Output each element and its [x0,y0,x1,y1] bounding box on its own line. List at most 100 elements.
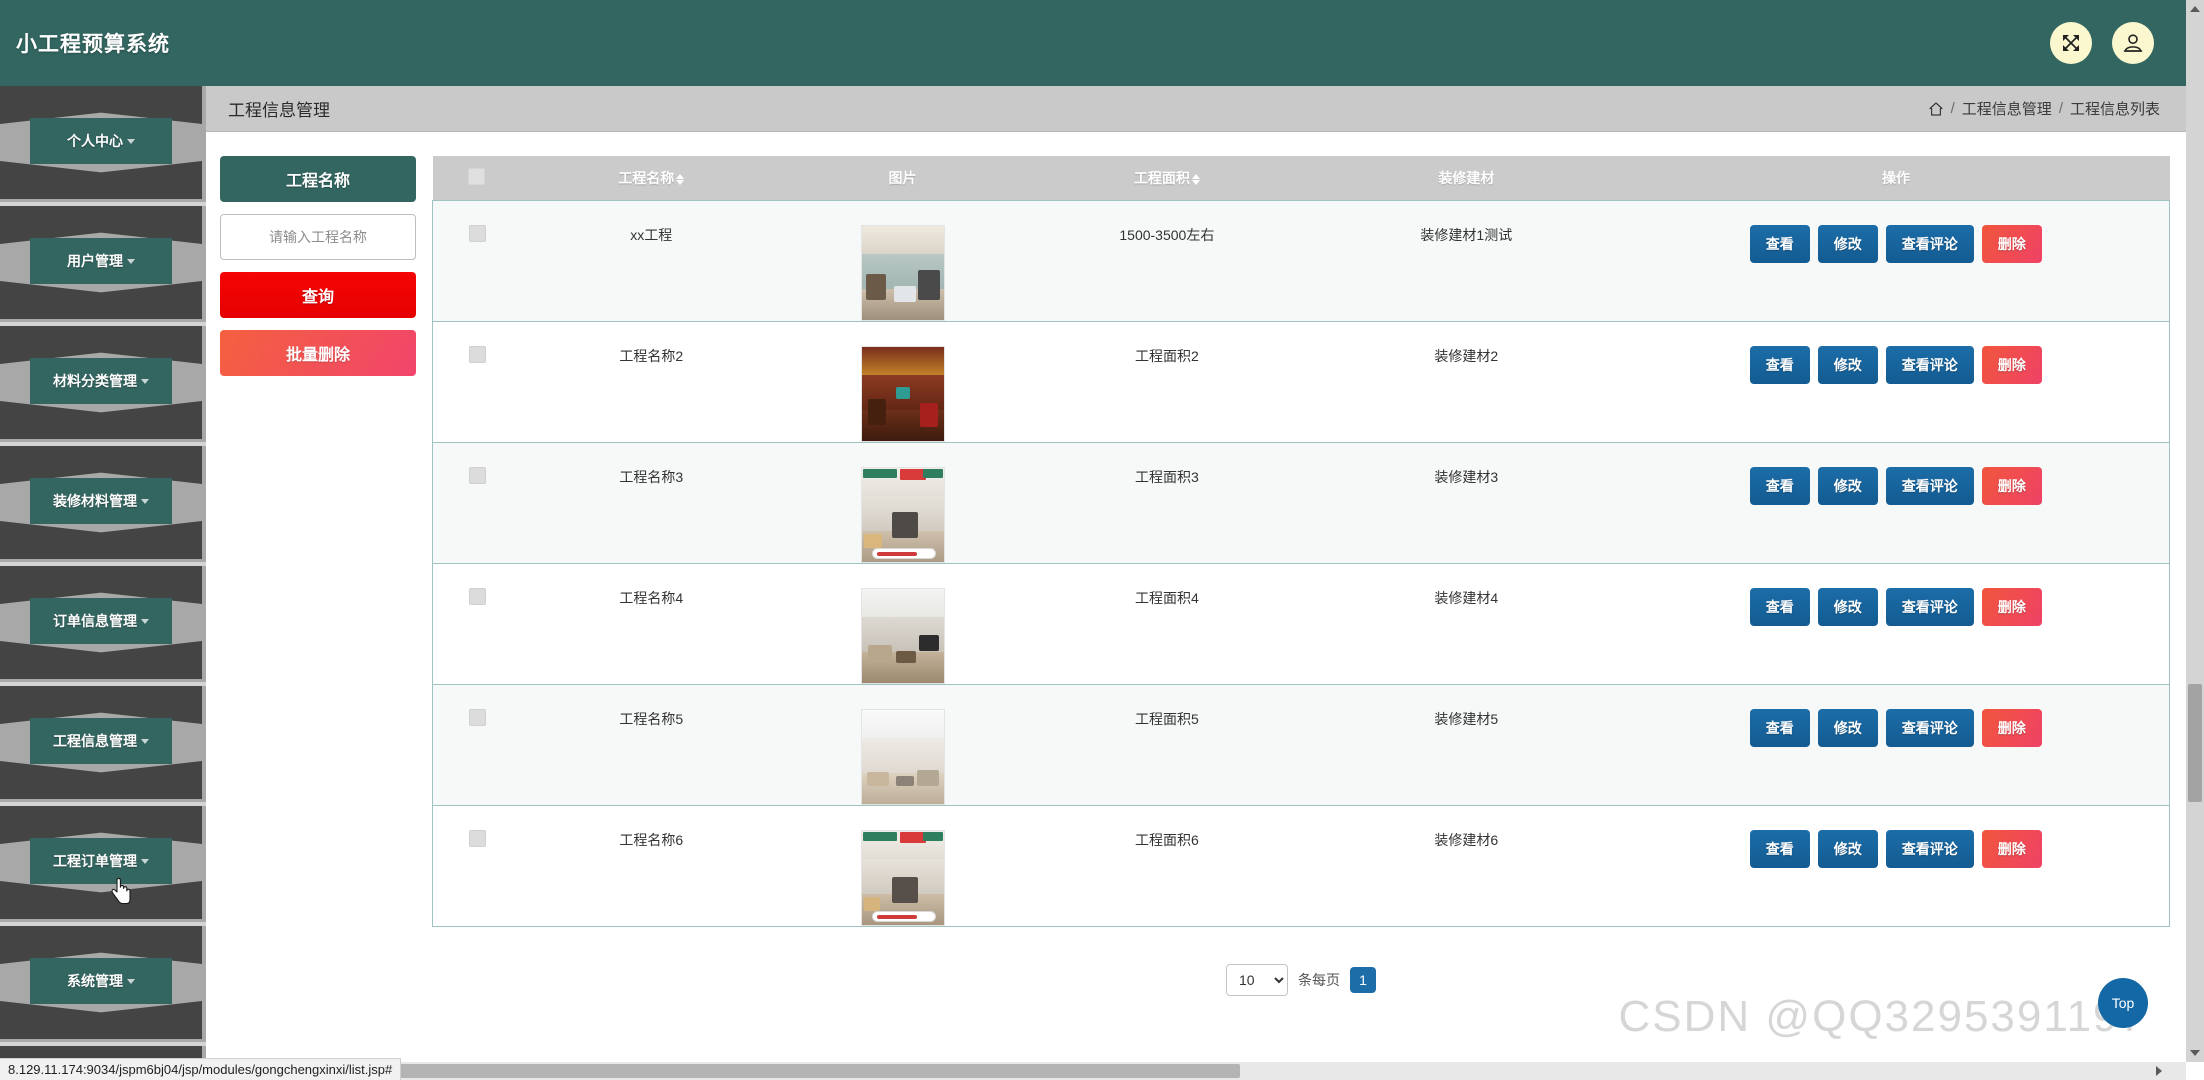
query-button[interactable]: 查询 [220,272,416,318]
cell-decoration-material: 装修建材2 [1434,347,1499,364]
sort-arrows-icon[interactable] [1191,173,1200,185]
image-overlay-badge-right [922,831,943,841]
cell-project-area: 工程面积3 [1134,468,1199,485]
column-header-label: 操作 [1882,169,1911,186]
search-input[interactable] [220,214,416,260]
breadcrumb-item-project-info-list[interactable]: 工程信息列表 [2070,98,2160,119]
edit-button[interactable]: 修改 [1817,587,1878,626]
select-all-checkbox[interactable] [468,167,486,185]
breadcrumb: / 工程信息管理 / 工程信息列表 [1928,98,2160,119]
batch-delete-button[interactable]: 批量删除 [220,330,416,376]
image-overlay-caption-bar [871,910,936,922]
view-button[interactable]: 查看 [1749,345,1810,384]
cell-project-image [781,684,1023,805]
sidebar-item-project-info-management[interactable]: 工程信息管理 [0,686,206,799]
view-comments-button[interactable]: 查看评论 [1885,829,1974,868]
row-checkbox[interactable] [468,829,486,847]
expand-arrows-icon[interactable] [2050,22,2092,64]
view-button[interactable]: 查看 [1749,466,1810,505]
sidebar-item-button[interactable]: 系统管理 [30,958,172,1004]
row-action-group: 查看 修改 查看评论 删除 [1623,466,2169,505]
column-header-project-name[interactable]: 工程名称 [521,156,782,200]
delete-button[interactable]: 删除 [1981,829,2042,868]
chevron-down-icon [141,618,149,624]
sidebar-item-button[interactable]: 材料分类管理 [30,358,172,404]
edit-button[interactable]: 修改 [1817,829,1878,868]
cell-project-image [781,805,1023,926]
sidebar-item-button[interactable]: 工程信息管理 [30,718,172,764]
sidebar-item-decoration-material-management[interactable]: 装修材料管理 [0,446,206,559]
scroll-up-button[interactable] [2186,0,2204,18]
delete-button[interactable]: 删除 [1981,466,2042,505]
vertical-scrollbar[interactable] [2186,0,2204,1062]
page-number-button[interactable]: 1 [1350,967,1376,993]
scroll-down-button[interactable] [2186,1044,2204,1062]
edit-button[interactable]: 修改 [1817,466,1878,505]
delete-button[interactable]: 删除 [1981,224,2042,263]
cell-project-area: 工程面积5 [1134,710,1199,727]
sort-arrows-icon[interactable] [676,173,685,185]
cell-project-image [781,442,1023,563]
project-thumbnail[interactable] [860,587,945,684]
column-header-select-all [432,156,522,200]
sidebar-item-personal-center[interactable]: 个人中心 [0,86,206,199]
row-checkbox[interactable] [468,466,486,484]
row-checkbox[interactable] [468,708,486,726]
sidebar-item-button[interactable]: 装修材料管理 [30,478,172,524]
view-button[interactable]: 查看 [1749,224,1810,263]
project-thumbnail[interactable] [860,466,945,563]
chevron-down-icon [127,978,135,984]
view-button[interactable]: 查看 [1749,587,1810,626]
user-avatar-icon[interactable] [2112,22,2154,64]
sidebar-item-material-category-management[interactable]: 材料分类管理 [0,326,206,439]
scroll-right-button[interactable] [2150,1062,2168,1080]
view-comments-button[interactable]: 查看评论 [1885,466,1974,505]
page-size-select[interactable]: 10 20 50 100 [1226,964,1288,996]
view-comments-button[interactable]: 查看评论 [1885,345,1974,384]
breadcrumb-item-project-info-management[interactable]: 工程信息管理 [1962,98,2052,119]
sidebar-item-button[interactable]: 用户管理 [30,238,172,284]
delete-button[interactable]: 删除 [1981,345,2042,384]
project-thumbnail[interactable] [860,345,945,442]
edit-button[interactable]: 修改 [1817,708,1878,747]
table-header: 工程名称 图片 工程面积 装修建材 操作 [432,156,2170,200]
ribbon-shape-bottom [0,161,202,199]
sidebar-item-project-order-management[interactable]: 工程订单管理 [0,806,206,919]
view-comments-button[interactable]: 查看评论 [1885,224,1974,263]
row-action-group: 查看 修改 查看评论 删除 [1623,587,2169,626]
image-overlay-badge-left [862,468,897,478]
sidebar-item-order-info-management[interactable]: 订单信息管理 [0,566,206,679]
column-header-label: 工程名称 [618,169,675,186]
home-icon[interactable] [1928,101,1944,117]
column-header-project-area[interactable]: 工程面积 [1023,156,1311,200]
sidebar-item-user-management[interactable]: 用户管理 [0,206,206,319]
browser-status-bar: 8.129.11.174:9034/jspm6bj04/jsp/modules/… [0,1058,402,1080]
delete-button[interactable]: 删除 [1981,708,2042,747]
view-button[interactable]: 查看 [1749,829,1810,868]
image-overlay-badge-left [862,831,897,841]
row-checkbox[interactable] [468,345,486,363]
delete-button[interactable]: 删除 [1981,587,2042,626]
cell-project-image [781,200,1023,321]
sidebar-item-system-management[interactable]: 系统管理 [0,926,206,1039]
header-actions [2050,22,2154,64]
row-checkbox[interactable] [468,587,486,605]
sidebar-item-button[interactable]: 工程订单管理 [30,838,172,884]
view-comments-button[interactable]: 查看评论 [1885,708,1974,747]
view-comments-button[interactable]: 查看评论 [1885,587,1974,626]
sidebar-item-button[interactable]: 个人中心 [30,118,172,164]
image-overlay-caption-bar [871,547,936,559]
sidebar-item-button[interactable]: 订单信息管理 [30,598,172,644]
row-action-group: 查看 修改 查看评论 删除 [1623,829,2169,868]
cell-project-image [781,321,1023,442]
cell-operations: 查看 修改 查看评论 删除 [1623,805,2170,926]
edit-button[interactable]: 修改 [1817,224,1878,263]
scroll-to-top-button[interactable]: Top [2098,978,2148,1028]
project-thumbnail[interactable] [860,829,945,926]
project-thumbnail[interactable] [860,224,945,321]
edit-button[interactable]: 修改 [1817,345,1878,384]
view-button[interactable]: 查看 [1749,708,1810,747]
vertical-scrollbar-thumb[interactable] [2188,684,2202,802]
row-checkbox[interactable] [468,224,486,242]
project-thumbnail[interactable] [860,708,945,805]
